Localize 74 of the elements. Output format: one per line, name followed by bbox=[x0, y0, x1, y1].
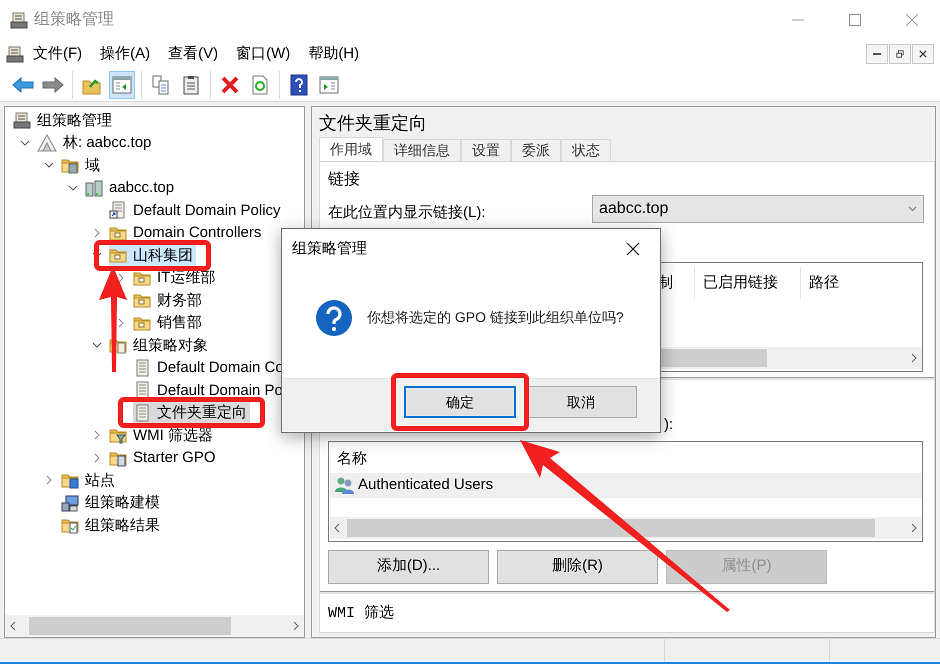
maximize-icon bbox=[848, 14, 860, 26]
refresh-icon bbox=[251, 74, 269, 94]
dropdown-caret-icon bbox=[908, 206, 917, 212]
menu-item[interactable]: 查看(V) bbox=[159, 42, 228, 66]
dialog-button[interactable]: 确定 bbox=[404, 386, 516, 418]
mdi-restore-icon bbox=[896, 49, 904, 59]
details-title: 文件夹重定向 bbox=[319, 112, 428, 136]
server-icon bbox=[85, 178, 103, 197]
users-icon bbox=[335, 476, 355, 494]
field-label: 在此位置内显示链接(L): bbox=[328, 203, 486, 223]
menu-item[interactable]: 文件(F) bbox=[24, 42, 92, 66]
column-header[interactable]: 名称 bbox=[337, 448, 367, 470]
tree-item[interactable]: Default Domain Policy bbox=[109, 200, 284, 221]
mdi-minimize-button[interactable] bbox=[866, 44, 888, 64]
tab[interactable]: 详细信息 bbox=[383, 139, 461, 161]
horizontal-scrollbar[interactable] bbox=[5, 615, 304, 637]
column-header[interactable]: 路径 bbox=[801, 266, 921, 298]
question-icon bbox=[315, 298, 353, 336]
dialog-message: 你想将选定的 GPO 链接到此组织单位吗? bbox=[367, 308, 624, 327]
close-icon bbox=[906, 14, 918, 26]
tab[interactable]: 作用域 bbox=[319, 137, 383, 161]
menu-item[interactable]: 窗口(W) bbox=[227, 42, 300, 66]
horizontal-scrollbar[interactable] bbox=[329, 516, 922, 538]
close-icon[interactable] bbox=[626, 242, 640, 256]
tree-item[interactable]: 站点 bbox=[61, 470, 118, 491]
tree-item[interactable]: 域 bbox=[61, 154, 103, 176]
dialog-title: 组策略管理 bbox=[292, 238, 367, 259]
menu-item[interactable]: 帮助(H) bbox=[299, 42, 368, 66]
list-row[interactable]: Authenticated Users bbox=[329, 472, 922, 498]
triangles-icon bbox=[37, 134, 57, 152]
tree-item[interactable]: 财务部 bbox=[133, 290, 205, 311]
pane-icon bbox=[319, 76, 339, 94]
back-arrow-icon bbox=[12, 76, 34, 94]
tree-item[interactable]: 文件夹重定向 bbox=[133, 402, 250, 424]
pane-icon bbox=[112, 76, 132, 94]
field-label: ): bbox=[664, 414, 674, 434]
delete-icon bbox=[220, 74, 240, 94]
forward-arrow-icon bbox=[42, 76, 64, 94]
copy-icon bbox=[151, 74, 171, 94]
mdi-close-icon bbox=[919, 49, 927, 59]
window-title: 组策略管理 bbox=[34, 10, 114, 30]
computer-icon bbox=[61, 494, 79, 512]
tab[interactable]: 状态 bbox=[561, 139, 611, 161]
tree-item[interactable]: Domain Controllers bbox=[109, 222, 264, 244]
location-dropdown[interactable]: aabcc.top bbox=[592, 195, 924, 223]
section-heading: 链接 bbox=[328, 170, 360, 190]
action-button[interactable]: 添加(D)... bbox=[328, 550, 489, 584]
mdi-close-button[interactable] bbox=[912, 44, 934, 64]
scrollbar-thumb[interactable] bbox=[347, 518, 875, 536]
tree-item[interactable]: 组策略结果 bbox=[61, 514, 163, 536]
help-icon bbox=[290, 74, 308, 96]
console-icon bbox=[6, 45, 24, 63]
tree-item[interactable]: 林: aabcc.top bbox=[37, 132, 154, 154]
column-header[interactable]: 已启用链接 bbox=[695, 266, 801, 298]
section-heading: WMI 筛选 bbox=[328, 604, 394, 624]
clipboard-icon bbox=[182, 74, 200, 94]
tree-item[interactable]: 组策略建模 bbox=[61, 492, 163, 514]
tree-item[interactable]: 组策略管理 bbox=[13, 110, 115, 131]
toolbar-button[interactable] bbox=[109, 70, 135, 98]
tree-item[interactable]: 销售部 bbox=[133, 312, 205, 334]
menu-item[interactable]: 操作(A) bbox=[91, 42, 160, 66]
tree-item[interactable]: aabcc.top bbox=[85, 177, 178, 198]
tree-item[interactable]: Starter GPO bbox=[109, 447, 219, 468]
console-icon bbox=[13, 111, 31, 130]
action-button[interactable]: 删除(R) bbox=[497, 550, 658, 584]
tab[interactable]: 设置 bbox=[461, 139, 511, 161]
tree-item[interactable]: WMI 筛选器 bbox=[109, 424, 216, 446]
tab[interactable]: 委派 bbox=[511, 139, 561, 161]
mdi-restore-button[interactable] bbox=[889, 44, 911, 64]
console-icon bbox=[10, 11, 28, 29]
scrollbar-thumb[interactable] bbox=[29, 617, 231, 635]
mdi-minimize-icon bbox=[873, 53, 881, 55]
shortcut-document-icon bbox=[109, 201, 127, 220]
tree-item[interactable]: 山科集团 bbox=[109, 244, 196, 266]
